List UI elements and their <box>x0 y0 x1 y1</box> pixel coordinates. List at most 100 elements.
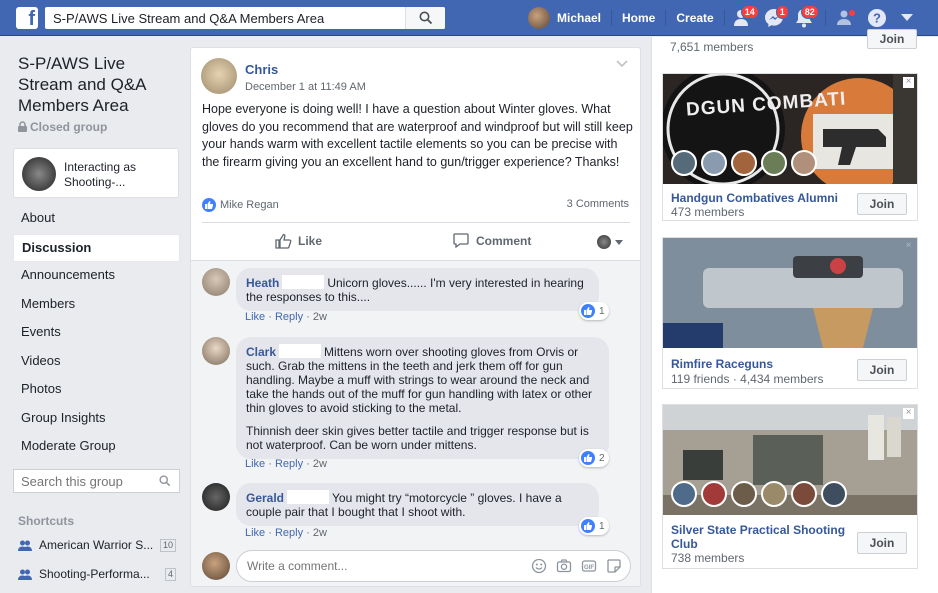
close-icon[interactable]: × <box>903 241 914 252</box>
comment-reactions[interactable]: 2 <box>579 449 609 467</box>
group-icon <box>18 569 32 580</box>
member-avatar <box>791 150 817 176</box>
top-navigation-bar: f Michael Home Create 14 1 82 ? <box>0 0 938 36</box>
group-name[interactable]: Silver State Practical Shooting Club <box>671 523 851 551</box>
gif-icon[interactable]: GIF <box>581 558 597 574</box>
interacting-as-switcher[interactable]: Interacting as Shooting-... <box>13 148 179 198</box>
join-label: Join <box>869 197 895 211</box>
comments-section: Heath Unicorn gloves...... I'm very inter… <box>191 260 640 586</box>
join-button[interactable]: Join <box>857 359 907 381</box>
quick-help-button[interactable] <box>832 0 862 36</box>
sidebar-item-group-insights[interactable]: Group Insights <box>13 405 180 434</box>
commenter-avatar[interactable] <box>202 337 230 365</box>
post-author-avatar[interactable] <box>201 58 237 94</box>
commenter-avatar[interactable] <box>202 268 230 296</box>
messages-button[interactable]: 1 <box>759 0 789 36</box>
suggested-group-card[interactable]: × Rimfire Raceguns 119 friends · 4,434 m… <box>662 237 918 389</box>
comment-button[interactable]: Comment <box>453 233 531 248</box>
sidebar-item-members[interactable]: Members <box>13 291 180 320</box>
global-search-input[interactable] <box>45 7 405 29</box>
thumbs-up-icon <box>275 233 292 249</box>
comment-reactions[interactable]: 1 <box>579 517 609 535</box>
comment-input[interactable] <box>237 551 507 581</box>
group-name[interactable]: Handgun Combatives Alumni <box>671 191 851 205</box>
post-author-name[interactable]: Chris <box>245 62 278 77</box>
close-icon[interactable]: × <box>903 77 914 88</box>
sidebar-item-events[interactable]: Events <box>13 319 180 348</box>
friend-requests-button[interactable]: 14 <box>729 0 759 36</box>
comment-text-paragraph: Thinnish deer skin gives better tactile … <box>246 424 589 452</box>
group-cover-image[interactable]: × <box>663 238 917 348</box>
shortcut-label: American Warrior S... <box>39 538 154 552</box>
reaction-picker-button[interactable] <box>597 235 623 249</box>
comment-like-link[interactable]: Like <box>245 311 265 323</box>
shortcut-item[interactable]: Shooting-Performa... 4 <box>18 565 178 583</box>
shortcut-item[interactable]: American Warrior S... 10 <box>18 536 178 554</box>
facebook-logo-icon[interactable]: f <box>16 7 38 30</box>
post-reactions[interactable]: Mike Regan <box>202 198 279 212</box>
shortcut-count: 4 <box>164 567 176 581</box>
reaction-count: 2 <box>599 452 605 464</box>
comment-age[interactable]: 2w <box>313 527 327 539</box>
sticker-icon[interactable] <box>606 558 622 574</box>
comment-age[interactable]: 2w <box>313 458 327 470</box>
commenter-name[interactable]: Clark <box>246 345 276 359</box>
comment-reply-link[interactable]: Reply <box>275 458 303 470</box>
group-search-input[interactable] <box>14 470 154 492</box>
commenter-name[interactable]: Gerald <box>246 491 284 505</box>
sidebar-item-moderate-group[interactable]: Moderate Group <box>13 433 180 462</box>
group-cover-image-art <box>663 238 917 348</box>
comment-reply-link[interactable]: Reply <box>275 527 303 539</box>
emoji-icon[interactable] <box>531 558 547 574</box>
post-timestamp[interactable]: December 1 at 11:49 AM <box>245 81 366 93</box>
redacted-surname <box>282 275 325 289</box>
group-privacy: Closed group <box>18 120 107 134</box>
caret-down-icon <box>900 14 913 21</box>
create-link[interactable]: Create <box>666 11 723 25</box>
sidebar-item-announcements[interactable]: Announcements <box>13 262 180 291</box>
group-cover-image[interactable]: × <box>663 405 917 515</box>
member-avatar <box>761 150 787 176</box>
close-icon[interactable]: × <box>903 408 914 419</box>
comments-count[interactable]: 3 Comments <box>567 198 629 210</box>
camera-icon[interactable] <box>556 558 572 574</box>
member-avatars <box>671 481 847 507</box>
people-settings-icon <box>836 10 855 25</box>
join-button[interactable]: Join <box>857 193 907 215</box>
sidebar-item-discussion[interactable]: Discussion <box>13 233 180 262</box>
group-title[interactable]: S-P/AWS Live Stream and Q&A Members Area <box>18 53 178 116</box>
svg-text:?: ? <box>873 11 881 26</box>
comment-reactions[interactable]: 1 <box>579 302 609 320</box>
like-button[interactable]: Like <box>275 233 322 249</box>
user-avatar[interactable] <box>528 7 550 29</box>
commenter-name[interactable]: Heath <box>246 276 279 290</box>
member-avatar <box>701 481 727 507</box>
group-cover-image[interactable]: DGUN COMBATI × <box>663 74 917 184</box>
interacting-as-label: Interacting as Shooting-... <box>64 160 137 189</box>
suggested-group-card[interactable]: DGUN COMBATI × Handgun Combatives Alumni… <box>662 73 918 221</box>
comment-bubble: Heath Unicorn gloves...... I'm very inter… <box>236 268 599 311</box>
chevron-down-icon[interactable] <box>616 60 628 68</box>
group-icon <box>18 540 32 551</box>
profile-link[interactable]: Michael <box>550 11 611 25</box>
commenter-avatar[interactable] <box>202 483 230 511</box>
notifications-button[interactable]: 82 <box>789 0 819 36</box>
group-name[interactable]: Rimfire Raceguns <box>671 357 851 371</box>
sidebar-item-about[interactable]: About <box>13 205 180 234</box>
composer-tools: GIF <box>531 558 622 574</box>
current-user-avatar <box>202 552 230 580</box>
join-button[interactable]: Join <box>857 532 907 554</box>
divider <box>202 222 630 223</box>
sidebar-item-videos[interactable]: Videos <box>13 348 180 377</box>
sidebar-item-photos[interactable]: Photos <box>13 376 180 405</box>
home-link[interactable]: Home <box>612 11 665 25</box>
comment-like-link[interactable]: Like <box>245 527 265 539</box>
join-button[interactable]: Join <box>867 29 917 49</box>
like-reaction-icon <box>581 304 595 318</box>
comment-reply-link[interactable]: Reply <box>275 311 303 323</box>
left-sidebar: S-P/AWS Live Stream and Q&A Members Area… <box>0 37 190 593</box>
comment-age[interactable]: 2w <box>313 311 327 323</box>
comment-like-link[interactable]: Like <box>245 458 265 470</box>
suggested-group-card[interactable]: × Silver State Practical Shooting Club 7… <box>662 404 918 569</box>
search-button[interactable] <box>405 7 445 29</box>
